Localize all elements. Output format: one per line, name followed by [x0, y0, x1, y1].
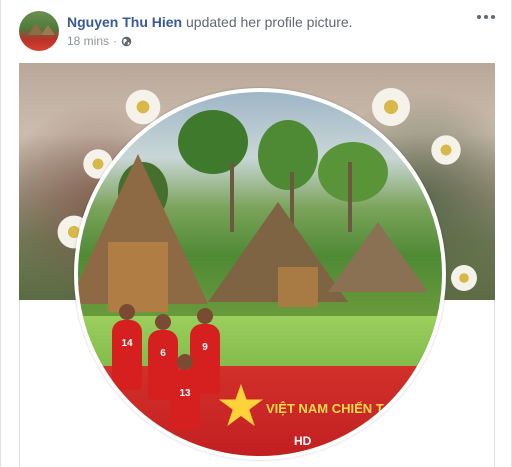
hut-wall — [108, 242, 168, 312]
tree — [258, 120, 318, 190]
more-options-icon[interactable] — [477, 10, 497, 24]
daisy-flower — [369, 85, 413, 129]
meta-separator: · — [113, 34, 118, 48]
globe-icon[interactable] — [121, 36, 132, 47]
news-feed-post: Nguyen Thu Hien updated her profile pict… — [0, 0, 512, 467]
hut-wall — [278, 267, 318, 307]
player-head — [119, 304, 135, 320]
daisy-flower — [449, 263, 479, 293]
player-head — [197, 308, 213, 324]
thatched-hut-roof — [328, 222, 428, 292]
profile-picture[interactable]: VIỆT NAM CHIẾN T HD 14 6 9 13 — [74, 88, 446, 460]
banner-slogan: VIỆT NAM CHIẾN T — [266, 401, 384, 416]
post-timestamp[interactable]: 18 mins — [67, 34, 109, 48]
player-number: 9 — [202, 342, 208, 353]
player-head — [177, 354, 193, 370]
post-header: Nguyen Thu Hien updated her profile pict… — [67, 14, 353, 30]
post-meta: 18 mins · — [67, 34, 132, 48]
football-player: 14 — [112, 304, 142, 390]
avatar-hut-shape — [41, 25, 55, 35]
post-action-text: updated her profile picture. — [182, 14, 353, 30]
tree — [318, 142, 388, 202]
player-number: 6 — [160, 348, 166, 359]
football-player: 13 — [170, 354, 200, 430]
player-number: 14 — [121, 338, 133, 349]
author-avatar[interactable] — [19, 11, 59, 51]
author-name-link[interactable]: Nguyen Thu Hien — [67, 14, 182, 30]
yellow-star-icon — [218, 383, 264, 427]
banner-logo: HD — [294, 434, 312, 448]
player-number: 13 — [179, 388, 191, 399]
daisy-flower — [429, 133, 463, 167]
player-head — [155, 314, 171, 330]
